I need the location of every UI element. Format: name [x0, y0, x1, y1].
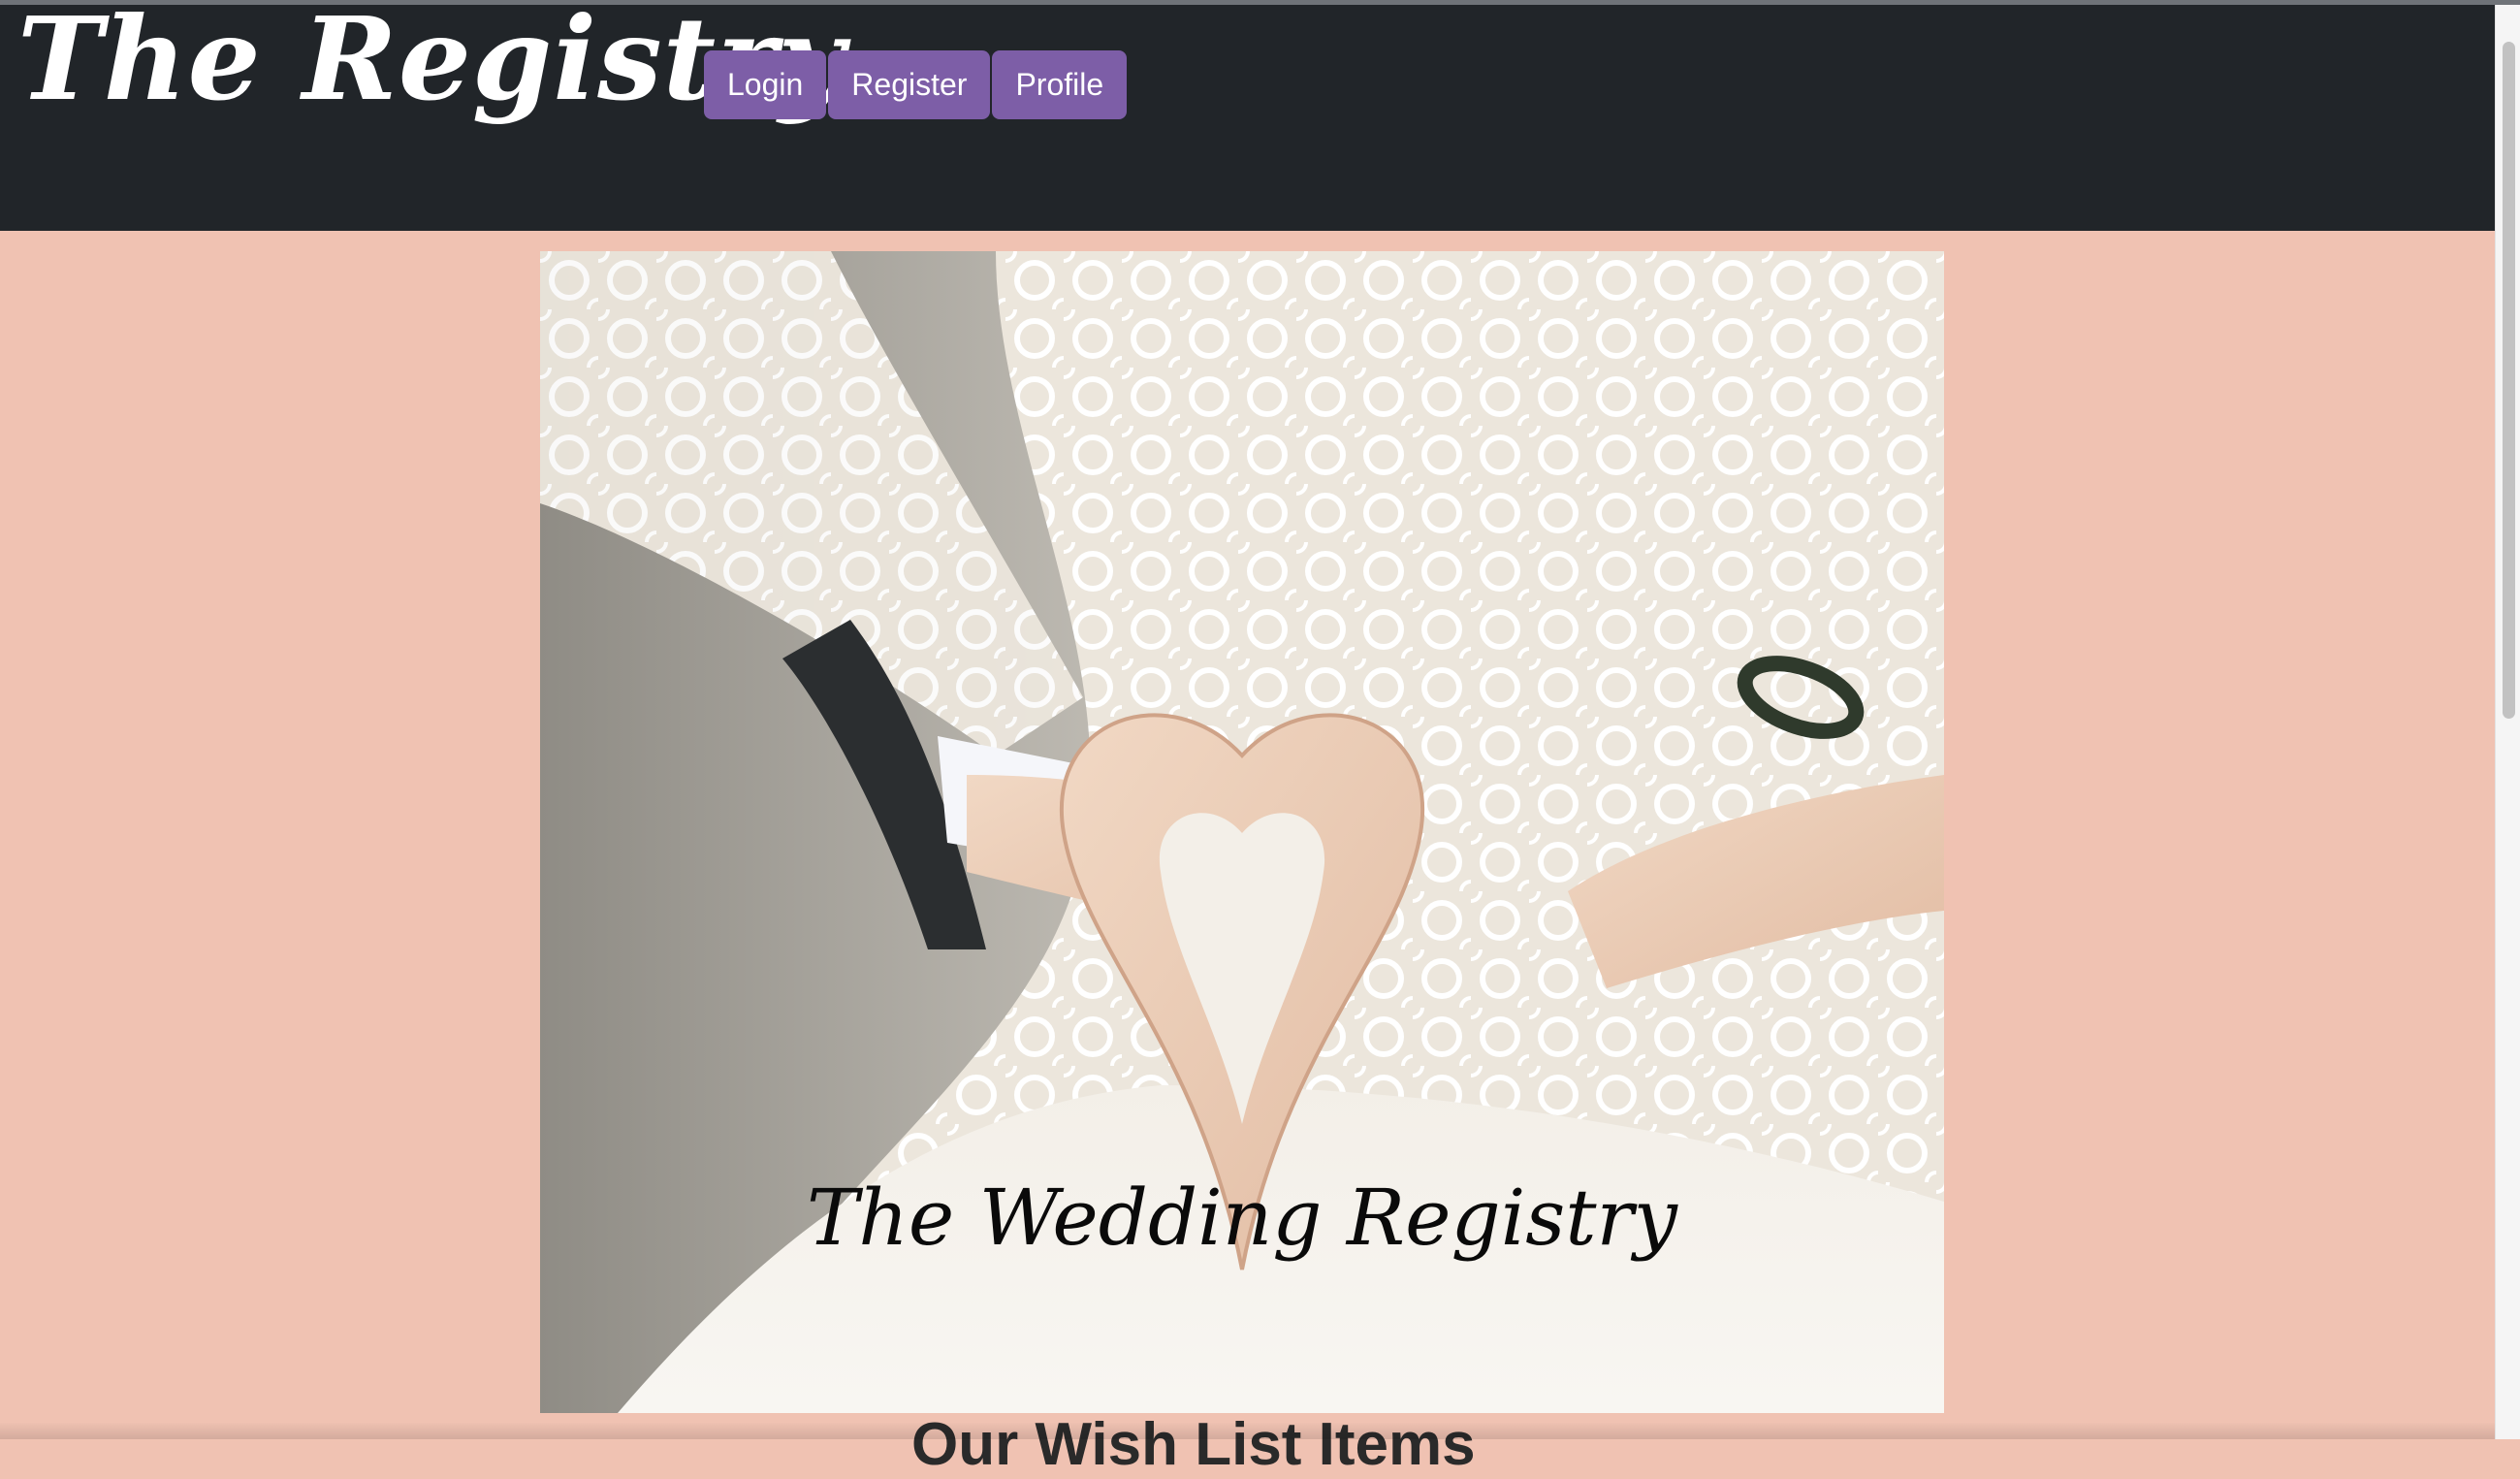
bottom-shade	[0, 1422, 2495, 1439]
nav-button-group: Login Register Profile	[704, 50, 1128, 119]
hero-caption: The Wedding Registry	[807, 1173, 1677, 1263]
navbar: The Registry Login Register Profile	[0, 0, 2495, 231]
main-content: The Wedding Registry Our Wish List Items	[0, 231, 2495, 1478]
register-button[interactable]: Register	[828, 50, 991, 119]
profile-button[interactable]: Profile	[992, 50, 1128, 119]
wish-list-heading: Our Wish List Items	[911, 1411, 1476, 1478]
login-button[interactable]: Login	[704, 50, 827, 119]
scrollbar-thumb[interactable]	[2503, 42, 2515, 719]
hero-image: The Wedding Registry	[540, 251, 1944, 1413]
vertical-scrollbar[interactable]	[2495, 5, 2520, 1439]
